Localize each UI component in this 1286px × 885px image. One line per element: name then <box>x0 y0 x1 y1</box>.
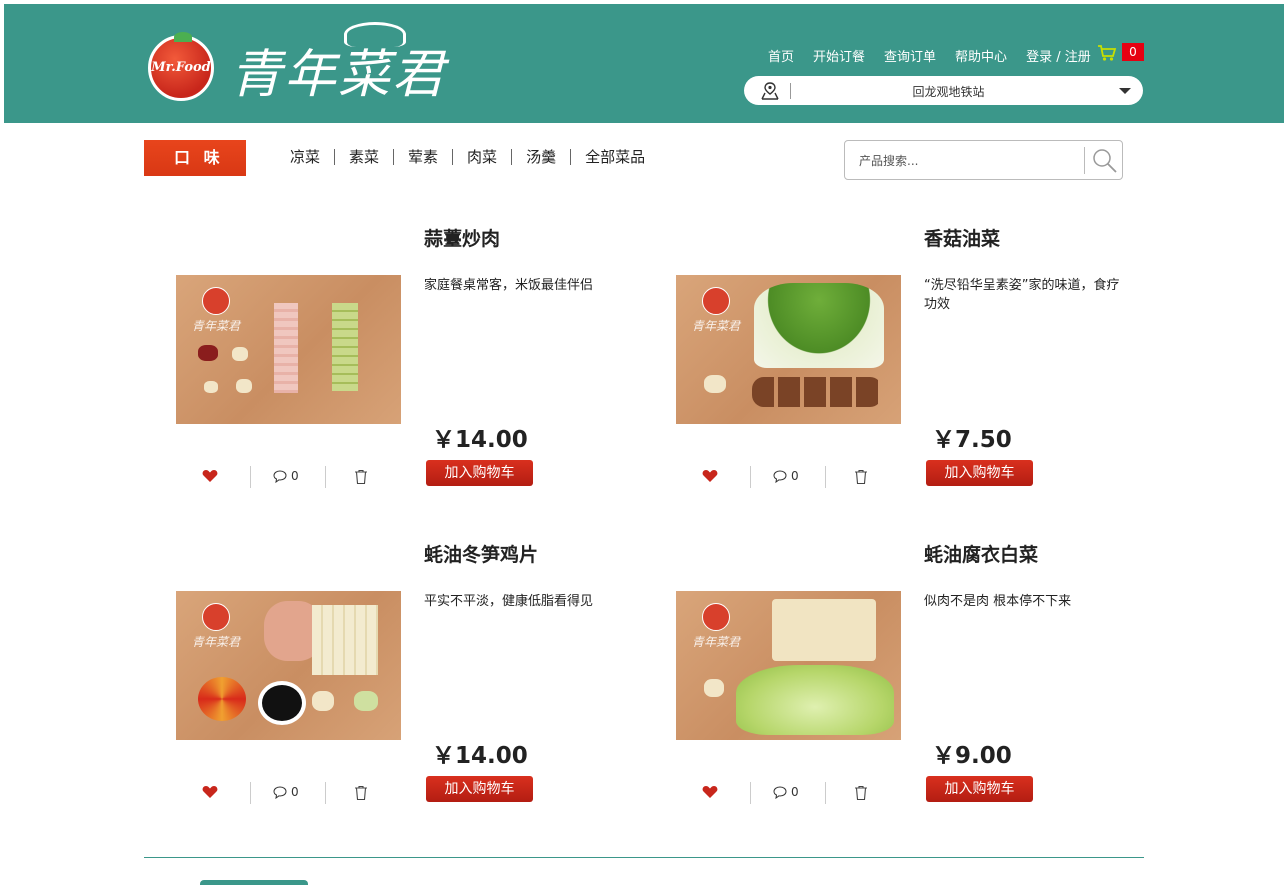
nav-login-register[interactable]: 登录 / 注册 <box>1026 46 1091 65</box>
image-watermark: 青年菜君 <box>692 635 741 649</box>
heart-icon[interactable] <box>702 469 718 483</box>
action-divider <box>325 782 326 804</box>
product-actions: 0 <box>176 782 401 804</box>
product-actions: 0 <box>676 782 901 804</box>
category-nav: 凉菜 素菜 荤素 肉菜 汤羹 全部菜品 <box>290 149 659 165</box>
comment-button[interactable]: 0 <box>773 785 799 799</box>
action-divider <box>825 466 826 488</box>
action-divider <box>750 782 751 804</box>
footer-tab[interactable] <box>200 880 308 885</box>
add-to-cart-button[interactable]: 加入购物车 <box>926 776 1033 802</box>
map-pin-icon <box>761 82 779 100</box>
comment-button[interactable]: 0 <box>773 469 799 483</box>
cart-count-badge: 0 <box>1122 43 1144 61</box>
watermark-logo-icon <box>202 603 230 631</box>
image-watermark: 青年菜君 <box>692 319 741 333</box>
comment-count: 0 <box>291 785 299 799</box>
product-title[interactable]: 蚝油冬笋鸡片 <box>424 540 538 567</box>
product-title[interactable]: 蒜薹炒肉 <box>424 224 500 251</box>
product-card: 蚝油冬笋鸡片 青年菜君 平实不平淡，健康低脂看得见 ￥14.00 加入购物车 0 <box>176 540 646 825</box>
comment-button[interactable]: 0 <box>273 785 299 799</box>
product-card: 蚝油腐衣白菜 青年菜君 似肉不是肉 根本停不下来 ￥9.00 加入购物车 0 <box>676 540 1146 825</box>
watermark-logo-icon <box>702 287 730 315</box>
chevron-down-icon[interactable] <box>1119 88 1131 94</box>
cart-icon <box>1098 45 1117 61</box>
product-card: 蒜薹炒肉 青年菜君 家庭餐桌常客，米饭最佳伴侣 ￥14.00 加入购物车 0 <box>176 224 646 509</box>
logo-badge-text: Mr.Food <box>151 60 211 75</box>
product-description: 平实不平淡，健康低脂看得见 <box>424 594 594 609</box>
product-actions: 0 <box>176 466 401 488</box>
heart-icon[interactable] <box>702 785 718 799</box>
comment-icon <box>273 469 287 483</box>
nav-start-order[interactable]: 开始订餐 <box>813 46 865 65</box>
search-icon[interactable] <box>1091 147 1119 175</box>
logo-text: 青年菜君 <box>230 45 447 105</box>
comment-count: 0 <box>791 785 799 799</box>
location-selector[interactable]: 回龙观地铁站 <box>744 76 1143 105</box>
product-title[interactable]: 蚝油腐衣白菜 <box>924 540 1038 567</box>
comment-icon <box>273 785 287 799</box>
watermark-logo-icon <box>702 603 730 631</box>
trash-icon[interactable] <box>353 785 369 801</box>
product-image[interactable]: 青年菜君 <box>176 275 401 424</box>
trash-icon[interactable] <box>853 469 869 485</box>
add-to-cart-button[interactable]: 加入购物车 <box>426 776 533 802</box>
cart-button[interactable]: 0 <box>1097 43 1145 63</box>
product-description: 家庭餐桌常客，米饭最佳伴侣 <box>424 278 594 293</box>
action-divider <box>825 782 826 804</box>
action-divider <box>250 782 251 804</box>
action-divider <box>250 466 251 488</box>
footer-divider <box>144 857 1144 858</box>
comment-button[interactable]: 0 <box>273 469 299 483</box>
trash-icon[interactable] <box>353 469 369 485</box>
category-meat[interactable]: 肉菜 <box>452 149 511 165</box>
add-to-cart-button[interactable]: 加入购物车 <box>926 460 1033 486</box>
nav-help-center[interactable]: 帮助中心 <box>955 46 1007 65</box>
product-description: “洗尽铅华呈素姿”家的味道，食疗功效 <box>924 278 1120 312</box>
add-to-cart-button[interactable]: 加入购物车 <box>426 460 533 486</box>
comment-icon <box>773 785 787 799</box>
nav-home[interactable]: 首页 <box>768 46 794 65</box>
product-search <box>844 140 1123 180</box>
taste-filter-button[interactable]: 口 味 <box>144 140 246 176</box>
category-cold-dishes[interactable]: 凉菜 <box>290 149 334 165</box>
product-image[interactable]: 青年菜君 <box>176 591 401 740</box>
top-nav: 首页 开始订餐 查询订单 帮助中心 登录 / 注册 <box>768 46 1110 65</box>
product-title[interactable]: 香菇油菜 <box>924 224 1000 251</box>
product-description: 似肉不是肉 根本停不下来 <box>924 594 1072 609</box>
comment-icon <box>773 469 787 483</box>
product-price: ￥9.00 <box>932 743 1012 769</box>
action-divider <box>750 466 751 488</box>
page: Mr.Food 青年菜君 首页 开始订餐 查询订单 帮助中心 登录 / 注册 0 <box>0 0 1286 885</box>
location-value: 回龙观地铁站 <box>912 85 985 99</box>
site-header: Mr.Food 青年菜君 首页 开始订餐 查询订单 帮助中心 登录 / 注册 0 <box>4 4 1284 123</box>
image-watermark: 青年菜君 <box>192 635 241 649</box>
search-input[interactable] <box>857 150 1081 172</box>
product-card: 香菇油菜 青年菜君 “洗尽铅华呈素姿”家的味道，食疗功效 ￥7.50 加入购物车… <box>676 224 1146 509</box>
product-image[interactable]: 青年菜君 <box>676 591 901 740</box>
site-logo[interactable]: Mr.Food 青年菜君 <box>144 22 464 108</box>
trash-icon[interactable] <box>853 785 869 801</box>
product-price: ￥14.00 <box>432 743 528 769</box>
mr-food-badge-icon: Mr.Food <box>148 32 214 101</box>
heart-icon[interactable] <box>202 785 218 799</box>
product-price: ￥7.50 <box>932 427 1012 453</box>
category-all[interactable]: 全部菜品 <box>570 149 659 165</box>
action-divider <box>325 466 326 488</box>
location-divider <box>790 83 791 99</box>
product-price: ￥14.00 <box>432 427 528 453</box>
watermark-logo-icon <box>202 287 230 315</box>
comment-count: 0 <box>791 469 799 483</box>
product-actions: 0 <box>676 466 901 488</box>
category-mixed[interactable]: 荤素 <box>393 149 452 165</box>
image-watermark: 青年菜君 <box>192 319 241 333</box>
search-divider <box>1084 147 1085 174</box>
product-image[interactable]: 青年菜君 <box>676 275 901 424</box>
category-vegetable[interactable]: 素菜 <box>334 149 393 165</box>
comment-count: 0 <box>291 469 299 483</box>
heart-icon[interactable] <box>202 469 218 483</box>
category-soup[interactable]: 汤羹 <box>511 149 570 165</box>
nav-query-order[interactable]: 查询订单 <box>884 46 936 65</box>
